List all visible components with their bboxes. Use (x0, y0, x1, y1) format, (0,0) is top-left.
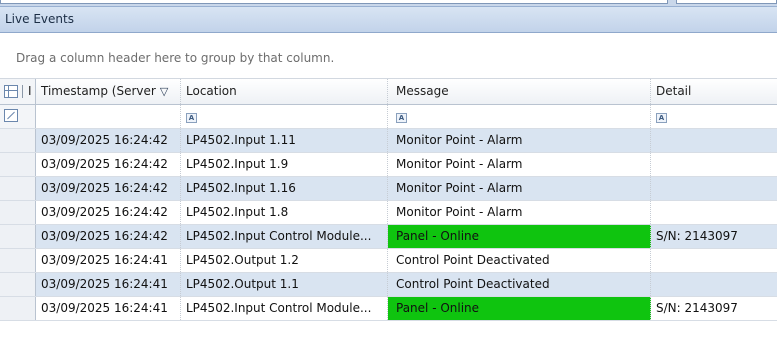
events-grid: I Timestamp (Server ▽ Location Message De… (0, 79, 777, 321)
table-row[interactable]: 03/09/2025 16:24:42 LP4502.Input Control… (0, 225, 777, 249)
column-header-i[interactable]: I (28, 79, 32, 104)
cell-message: Monitor Point - Alarm (388, 201, 651, 224)
column-header-timestamp[interactable]: Timestamp (Server ▽ (36, 79, 181, 104)
table-row[interactable]: 03/09/2025 16:24:41 LP4502.Output 1.1 Co… (0, 273, 777, 297)
cell-message: Control Point Deactivated (388, 273, 651, 296)
cell-timestamp: 03/09/2025 16:24:41 (36, 273, 181, 296)
cell-detail: S/N: 2143097 (651, 297, 777, 320)
cell-message: Panel - Online (388, 297, 651, 320)
column-header-message[interactable]: Message (388, 79, 651, 104)
cell-message: Control Point Deactivated (388, 249, 651, 272)
cell-detail (651, 129, 777, 152)
column-chooser-cell[interactable]: I (0, 79, 36, 104)
cell-location: LP4502.Input 1.11 (181, 129, 388, 152)
column-header-timestamp-label: Timestamp (Server (41, 84, 156, 98)
group-hint-text: Drag a column header here to group by th… (16, 51, 335, 65)
cell-location: LP4502.Input 1.8 (181, 201, 388, 224)
cell-location: LP4502.Output 1.1 (181, 273, 388, 296)
cell-location: LP4502.Input Control Module... (181, 297, 388, 320)
cell-detail (651, 153, 777, 176)
panel-title: Live Events (0, 6, 777, 33)
cell-timestamp: 03/09/2025 16:24:41 (36, 297, 181, 320)
cell-location: LP4502.Input 1.9 (181, 153, 388, 176)
header-row: I Timestamp (Server ▽ Location Message De… (0, 79, 777, 105)
table-row[interactable]: 03/09/2025 16:24:41 LP4502.Output 1.2 Co… (0, 249, 777, 273)
row-indicator[interactable] (0, 177, 36, 200)
cell-location: LP4502.Input 1.16 (181, 177, 388, 200)
table-row[interactable]: 03/09/2025 16:24:42 LP4502.Input 1.16 Mo… (0, 177, 777, 201)
table-row[interactable]: 03/09/2025 16:24:41 LP4502.Input Control… (0, 297, 777, 321)
cell-message: Panel - Online (388, 225, 651, 248)
cell-detail (651, 201, 777, 224)
top-pane-left (0, 0, 668, 4)
filter-clear-cell[interactable] (0, 105, 36, 128)
cell-detail (651, 273, 777, 296)
table-row[interactable]: 03/09/2025 16:24:42 LP4502.Input 1.8 Mon… (0, 201, 777, 225)
cell-message: Monitor Point - Alarm (388, 153, 651, 176)
table-row[interactable]: 03/09/2025 16:24:42 LP4502.Input 1.9 Mon… (0, 153, 777, 177)
cell-timestamp: 03/09/2025 16:24:42 (36, 201, 181, 224)
column-header-detail[interactable]: Detail (651, 79, 777, 104)
filter-funnel-icon[interactable]: ▽ (160, 85, 168, 98)
clear-filter-icon[interactable] (4, 109, 18, 122)
row-indicator[interactable] (0, 225, 36, 248)
column-chooser-icon[interactable] (4, 85, 18, 98)
cell-timestamp: 03/09/2025 16:24:41 (36, 249, 181, 272)
row-indicator[interactable] (0, 249, 36, 272)
filter-operator-icon[interactable]: A (656, 113, 667, 123)
filter-cell-timestamp[interactable] (36, 105, 181, 128)
cell-location: LP4502.Input Control Module... (181, 225, 388, 248)
row-indicator[interactable] (0, 201, 36, 224)
filter-operator-icon[interactable]: A (186, 113, 197, 123)
cell-timestamp: 03/09/2025 16:24:42 (36, 153, 181, 176)
cell-timestamp: 03/09/2025 16:24:42 (36, 225, 181, 248)
cell-detail (651, 177, 777, 200)
top-pane-right (676, 0, 777, 4)
column-divider (22, 85, 23, 98)
cell-detail: S/N: 2143097 (651, 225, 777, 248)
cell-message: Monitor Point - Alarm (388, 129, 651, 152)
filter-operator-icon[interactable]: A (396, 113, 407, 123)
row-indicator[interactable] (0, 129, 36, 152)
filter-cell-message[interactable]: A (388, 105, 651, 128)
row-indicator[interactable] (0, 273, 36, 296)
cell-location: LP4502.Output 1.2 (181, 249, 388, 272)
cell-detail (651, 249, 777, 272)
filter-cell-location[interactable]: A (181, 105, 388, 128)
filter-cell-detail[interactable]: A (651, 105, 777, 128)
row-indicator[interactable] (0, 297, 36, 320)
row-indicator[interactable] (0, 153, 36, 176)
table-row[interactable]: 03/09/2025 16:24:42 LP4502.Input 1.11 Mo… (0, 129, 777, 153)
filter-row: A A A (0, 105, 777, 129)
cell-message: Monitor Point - Alarm (388, 177, 651, 200)
group-by-area[interactable]: Drag a column header here to group by th… (0, 33, 777, 79)
cell-timestamp: 03/09/2025 16:24:42 (36, 129, 181, 152)
column-header-location[interactable]: Location (181, 79, 388, 104)
cell-timestamp: 03/09/2025 16:24:42 (36, 177, 181, 200)
